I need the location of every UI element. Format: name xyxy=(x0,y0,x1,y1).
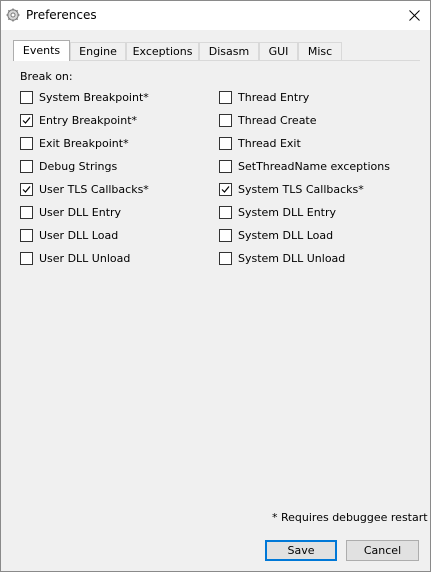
checkbox-label: Entry Breakpoint* xyxy=(39,113,138,127)
checkbox-system-dll-entry[interactable]: System DLL Entry xyxy=(219,204,336,220)
tab-disasm[interactable]: Disasm xyxy=(199,42,259,60)
tab-misc[interactable]: Misc xyxy=(298,42,342,60)
checkbox-box[interactable] xyxy=(219,90,232,104)
checkmark-icon xyxy=(22,185,31,193)
checkbox-box[interactable] xyxy=(20,90,33,104)
checkbox-box[interactable] xyxy=(219,136,232,150)
checkbox-box[interactable] xyxy=(20,136,33,150)
checkbox-label: User DLL Entry xyxy=(39,205,122,219)
checkmark-icon xyxy=(221,185,230,193)
checkbox-label: User DLL Load xyxy=(39,228,119,242)
checkbox-label: Thread Create xyxy=(238,113,317,127)
checkbox-user-dll-entry[interactable]: User DLL Entry xyxy=(20,204,121,220)
checkbox-thread-exit[interactable]: Thread Exit xyxy=(219,135,301,151)
checkbox-box[interactable] xyxy=(219,228,232,242)
tab-events[interactable]: Events xyxy=(13,40,70,61)
checkbox-label: System DLL Entry xyxy=(238,205,337,219)
checkbox-system-dll-load[interactable]: System DLL Load xyxy=(219,227,333,243)
checkmark-icon xyxy=(22,116,31,124)
checkbox-box[interactable] xyxy=(20,113,33,127)
tab-exceptions[interactable]: Exceptions xyxy=(126,42,199,60)
checkbox-entry-breakpoint[interactable]: Entry Breakpoint* xyxy=(20,112,137,128)
checkbox-label: System DLL Unload xyxy=(238,251,346,265)
checkbox-system-tls-callbacks[interactable]: System TLS Callbacks* xyxy=(219,181,364,197)
checkbox-box[interactable] xyxy=(219,113,232,127)
checkbox-box[interactable] xyxy=(219,159,232,173)
checkbox-box[interactable] xyxy=(20,228,33,242)
checkbox-label: Exit Breakpoint* xyxy=(39,136,129,150)
close-button[interactable] xyxy=(398,1,430,30)
checkbox-box[interactable] xyxy=(20,159,33,173)
checkbox-box[interactable] xyxy=(219,182,232,196)
checkbox-system-dll-unload[interactable]: System DLL Unload xyxy=(219,250,345,266)
tab-gui[interactable]: GUI xyxy=(259,42,298,60)
checkbox-label: System Breakpoint* xyxy=(39,90,149,104)
checkbox-box[interactable] xyxy=(219,205,232,219)
checkbox-thread-entry[interactable]: Thread Entry xyxy=(219,89,309,105)
checkbox-label: Thread Exit xyxy=(238,136,301,150)
break-on-label: Break on: xyxy=(20,70,73,83)
checkbox-box[interactable] xyxy=(20,182,33,196)
checkbox-label: Debug Strings xyxy=(39,159,118,173)
window-title: Preferences xyxy=(26,8,97,22)
checkbox-user-tls-callbacks[interactable]: User TLS Callbacks* xyxy=(20,181,149,197)
checkbox-debug-strings[interactable]: Debug Strings xyxy=(20,158,117,174)
close-icon xyxy=(408,10,420,21)
checkbox-label: Thread Entry xyxy=(238,90,310,104)
restart-footnote: * Requires debuggee restart xyxy=(272,511,428,524)
checkbox-box[interactable] xyxy=(20,251,33,265)
checkbox-label: SetThreadName exceptions xyxy=(238,159,390,173)
checkbox-label: User TLS Callbacks* xyxy=(39,182,149,196)
checkbox-user-dll-load[interactable]: User DLL Load xyxy=(20,227,118,243)
checkbox-box[interactable] xyxy=(219,251,232,265)
checkbox-system-breakpoint[interactable]: System Breakpoint* xyxy=(20,89,149,105)
checkbox-user-dll-unload[interactable]: User DLL Unload xyxy=(20,250,130,266)
preferences-dialog: Preferences Events Engine Exceptions Dis… xyxy=(0,0,431,572)
checkbox-exit-breakpoint[interactable]: Exit Breakpoint* xyxy=(20,135,129,151)
save-button[interactable]: Save xyxy=(265,540,337,561)
checkbox-label: System TLS Callbacks* xyxy=(238,182,364,196)
checkbox-label: System DLL Load xyxy=(238,228,334,242)
checkbox-box[interactable] xyxy=(20,205,33,219)
checkbox-label: User DLL Unload xyxy=(39,251,131,265)
checkbox-thread-create[interactable]: Thread Create xyxy=(219,112,317,128)
cancel-button[interactable]: Cancel xyxy=(346,540,419,561)
title-bar: Preferences xyxy=(1,1,430,30)
gear-icon xyxy=(6,8,20,22)
tab-engine[interactable]: Engine xyxy=(70,42,126,60)
checkbox-setthreadname-exceptions[interactable]: SetThreadName exceptions xyxy=(219,158,390,174)
